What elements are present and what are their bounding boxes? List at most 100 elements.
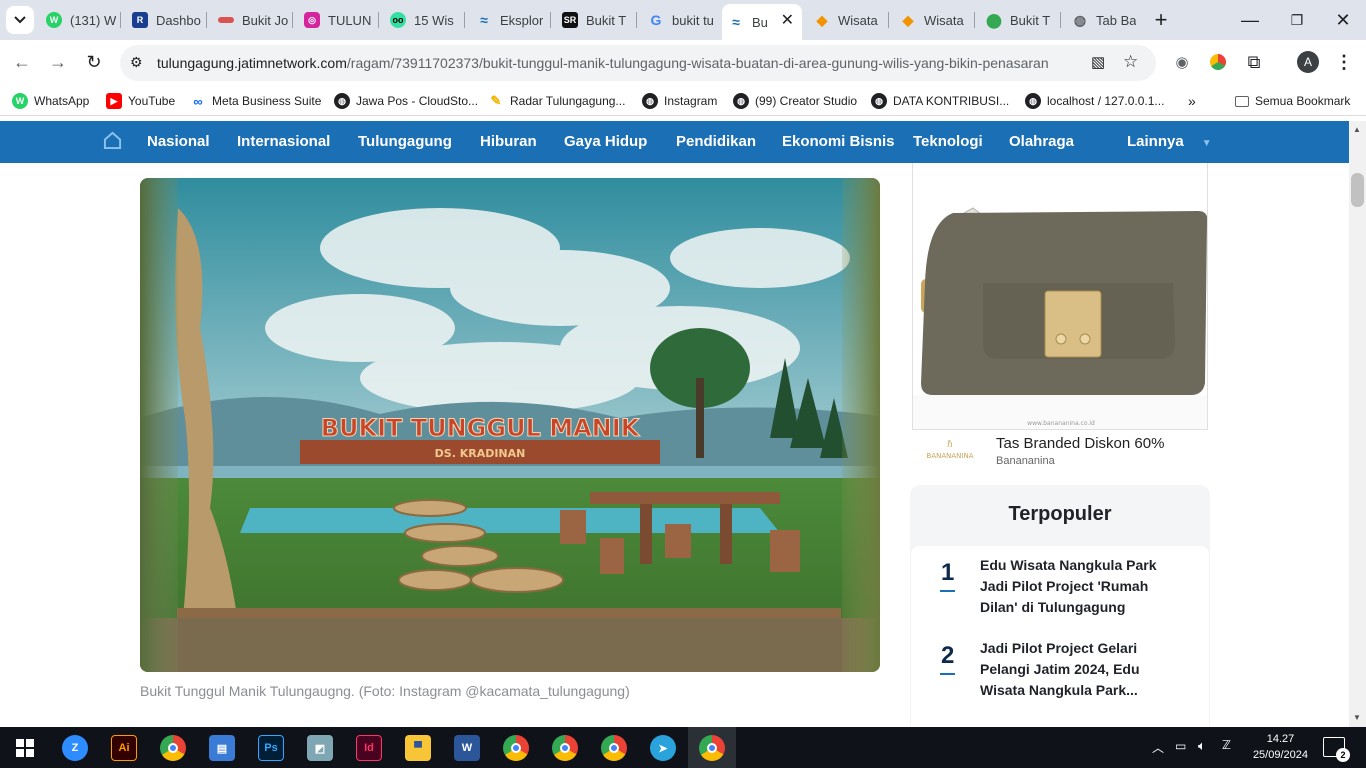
browser-tab[interactable]: ◎ TULUN	[298, 6, 374, 34]
browser-tab[interactable]: Bukit Jo	[212, 6, 288, 34]
jatimnetwork-icon: ≈	[732, 14, 740, 30]
arrow-right-icon: →	[49, 51, 67, 72]
ad-watermark: www.banananina.co.id	[1027, 420, 1095, 427]
browser-tab[interactable]: R Dashbo	[126, 6, 202, 34]
chrome-profile-icon[interactable]	[503, 735, 529, 761]
clock-date: 25/09/2024	[1252, 749, 1308, 761]
illustrator-icon[interactable]: Ai	[111, 735, 137, 761]
bookmark-localhost[interactable]: ◍ localhost / 127.0.0.1...	[1025, 92, 1164, 110]
browser-tab[interactable]: ◆ Wisata	[808, 6, 884, 34]
bookmark-creator-studio[interactable]: ◍ (99) Creator Studio	[733, 92, 857, 110]
word-icon[interactable]: W	[454, 735, 480, 761]
nav-hiburan[interactable]: Hiburan	[480, 133, 537, 150]
chrome-center-icon	[168, 743, 178, 753]
file-manager-icon[interactable]: ▤	[209, 735, 235, 761]
scroll-down-icon[interactable]: ▼	[1353, 713, 1361, 722]
browser-tab[interactable]: ◍ Tab Ba	[1066, 6, 1142, 34]
bookmark-data-kontribusi[interactable]: ◍ DATA KONTRIBUSI...	[871, 92, 1009, 110]
browser-tab[interactable]: oo 15 Wis	[384, 6, 460, 34]
network-icon[interactable]: ▭	[1175, 739, 1186, 753]
nav-lainnya[interactable]: Lainnya ▼	[1127, 133, 1212, 150]
new-tab-button[interactable]: +	[1147, 6, 1175, 34]
tab-search-button[interactable]	[6, 6, 34, 34]
browser-tab-active[interactable]: ≈ Bu ✕	[722, 4, 802, 40]
address-bar[interactable]: ⚙ tulungagung.jatimnetwork.com/ragam/739…	[120, 45, 1156, 81]
ad-card[interactable]: RS www.banananina.co.id	[912, 163, 1208, 430]
scroll-up-icon[interactable]: ▲	[1353, 125, 1361, 134]
popular-item-link[interactable]: Jadi Pilot Project Gelari Pelangi Jatim …	[980, 638, 1185, 701]
all-bookmarks-folder[interactable]: Semua Bookmark	[1235, 92, 1350, 110]
browser-tab[interactable]: SR Bukit T	[556, 6, 632, 34]
tab-strip: W (131) W R Dashbo Bukit Jo ◎ TULUN oo 15 Wi…	[0, 0, 1366, 40]
bookmark-jawa-pos[interactable]: ◍ Jawa Pos - CloudSto...	[334, 92, 478, 110]
volume-icon[interactable]: 🔈︎	[1198, 738, 1206, 754]
close-tab-icon[interactable]: ✕	[781, 10, 794, 30]
nav-gaya-hidup[interactable]: Gaya Hidup	[564, 133, 647, 150]
bookmark-meta-business[interactable]: ∞ Meta Business Suite	[190, 92, 321, 110]
bookmark-whatsapp[interactable]: W WhatsApp	[12, 92, 89, 110]
forward-button[interactable]: →	[44, 48, 72, 76]
ad-brand-logo[interactable]: ℏ BANANANINA	[914, 436, 986, 466]
restore-button[interactable]: ❐	[1283, 6, 1311, 34]
bookmark-star-icon[interactable]: ☆	[1123, 52, 1138, 72]
notes-icon[interactable]: ◩	[307, 735, 333, 761]
page-scrollbar[interactable]: ▲ ▼	[1349, 121, 1366, 727]
telegram-icon[interactable]: ➤	[650, 735, 676, 761]
zoom-icon[interactable]: Z	[62, 735, 88, 761]
browser-tab[interactable]: ⬤ Bukit T	[980, 6, 1056, 34]
browser-tab[interactable]: W (131) W	[40, 6, 116, 34]
home-link[interactable]	[103, 131, 122, 154]
extension-button[interactable]	[1204, 48, 1232, 76]
nav-teknologi[interactable]: Teknologi	[913, 133, 983, 150]
nav-internasional[interactable]: Internasional	[237, 133, 330, 150]
windows-logo-icon	[16, 739, 34, 757]
jatimnetwork-icon: ≈	[480, 12, 488, 28]
url-text[interactable]: tulungagung.jatimnetwork.com/ragam/73911…	[157, 55, 1049, 71]
chrome-icon[interactable]	[160, 735, 186, 761]
maps-icon: ⬤	[986, 11, 1002, 28]
chrome-active-icon[interactable]	[699, 735, 725, 761]
taskbar-clock[interactable]: 14.27 25/09/2024	[1253, 731, 1308, 763]
more-bookmarks-button[interactable]: »	[1188, 92, 1196, 110]
nav-nasional[interactable]: Nasional	[147, 133, 210, 150]
meta-icon: ∞	[193, 93, 203, 109]
tracking-protection-icon[interactable]: ▧	[1091, 53, 1105, 71]
back-button[interactable]: ←	[8, 48, 36, 76]
site-settings-icon[interactable]: ⚙	[130, 54, 143, 71]
scrollbar-thumb[interactable]	[1351, 173, 1364, 207]
indesign-icon[interactable]: Id	[356, 735, 382, 761]
input-method-icon[interactable]: ℤ	[1222, 738, 1231, 752]
browser-tab[interactable]: ≈ Eksplor	[470, 6, 546, 34]
ad-title[interactable]: Tas Branded Diskon 60%	[996, 435, 1164, 452]
browser-tab[interactable]: ◆ Wisata	[894, 6, 970, 34]
extensions-button[interactable]: ⧉	[1240, 48, 1268, 76]
close-window-button[interactable]: ✕	[1329, 6, 1357, 34]
browser-tab[interactable]: Gbukit tu	[642, 6, 718, 34]
nav-tulungagung[interactable]: Tulungagung	[358, 133, 452, 150]
bukit-tunggul-manik-photo: BUKIT TUNGGUL MANIK DS. KRADINAN	[140, 178, 880, 672]
chrome-profile-icon[interactable]	[601, 735, 627, 761]
bookmark-radar-tulungagung[interactable]: ✎ Radar Tulungagung...	[488, 92, 626, 110]
nav-ekonomi-bisnis[interactable]: Ekonomi Bisnis	[782, 133, 895, 150]
plus-icon: +	[1154, 7, 1168, 32]
bookmark-youtube[interactable]: ▶ YouTube	[106, 92, 175, 110]
photoshop-icon[interactable]: Ps	[258, 735, 284, 761]
chrome-profile-icon[interactable]	[552, 735, 578, 761]
notification-center-button[interactable]: 2	[1323, 737, 1350, 762]
browser-toolbar: ← → ↻ ⚙ tulungagung.jatimnetwork.com/rag…	[0, 40, 1366, 86]
explorer-icon[interactable]: ▀	[405, 735, 431, 761]
start-button[interactable]	[12, 735, 38, 761]
minimize-button[interactable]: —	[1236, 6, 1264, 34]
nav-pendidikan[interactable]: Pendidikan	[676, 133, 756, 150]
reload-button[interactable]: ↻	[80, 48, 108, 76]
popular-item-link[interactable]: Edu Wisata Nangkula Park Jadi Pilot Proj…	[980, 555, 1185, 618]
puzzle-icon: ⧉	[1247, 51, 1261, 72]
tray-chevron-up-icon[interactable]: ︿	[1152, 739, 1164, 756]
nav-olahraga[interactable]: Olahraga	[1009, 133, 1074, 150]
globe-icon: ◍	[871, 93, 887, 109]
whatsapp-icon: W	[12, 93, 28, 109]
camera-button[interactable]: ◉	[1168, 48, 1196, 76]
menu-button[interactable]: ⋮	[1330, 48, 1358, 76]
bookmark-instagram[interactable]: ◍ Instagram	[642, 92, 717, 110]
profile-button[interactable]: A	[1294, 48, 1322, 76]
